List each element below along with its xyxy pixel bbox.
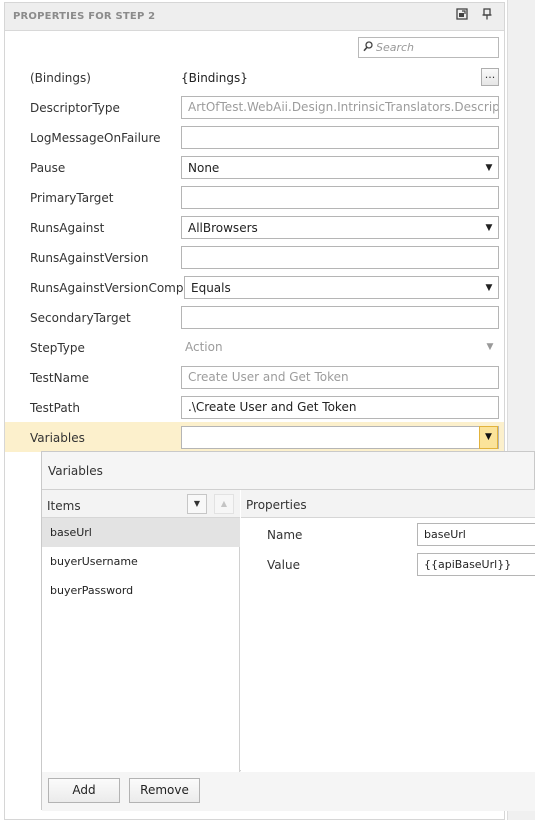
prop-row-runsagainst: RunsAgainst AllBrowsers ▼: [5, 212, 504, 242]
logmessageonfailure-field[interactable]: [181, 126, 499, 149]
runsagainstversioncompare-select-value: Equals: [191, 281, 231, 295]
remove-button[interactable]: Remove: [129, 778, 200, 803]
prop-row-logmessageonfailure: LogMessageOnFailure: [5, 122, 504, 152]
prop-row-secondarytarget: SecondaryTarget: [5, 302, 504, 332]
items-header: Items ▼ ▲: [42, 490, 240, 518]
chevron-down-icon: ▼: [485, 283, 493, 293]
prop-label: DescriptorType: [30, 101, 120, 115]
testpath-field[interactable]: .\Create User and Get Token: [181, 396, 499, 419]
list-item[interactable]: baseUrl: [42, 518, 240, 547]
chevron-down-icon[interactable]: ▼: [479, 426, 498, 449]
prop-label: LogMessageOnFailure: [30, 131, 161, 145]
prop-value-bindings: {Bindings}: [181, 71, 248, 85]
prop-row-testname: TestName Create User and Get Token: [5, 362, 504, 392]
prop-label: Pause: [30, 161, 66, 175]
steptype-select: Action ▼: [181, 336, 499, 359]
list-item[interactable]: buyerPassword: [42, 576, 240, 605]
runsagainst-select[interactable]: AllBrowsers ▼: [181, 216, 499, 239]
steptype-select-value: Action: [185, 340, 223, 354]
prop-row-runsagainstversioncompare: RunsAgainstVersionCompare Equals ▼: [5, 272, 504, 302]
panel-title: PROPERTIES FOR STEP 2: [13, 11, 156, 22]
chevron-down-icon: ▼: [486, 342, 494, 352]
prop-row-bindings: (Bindings) {Bindings} ...: [5, 62, 504, 92]
maximize-icon[interactable]: [454, 8, 470, 24]
pause-select[interactable]: None ▼: [181, 156, 499, 179]
prop-label: RunsAgainst: [30, 221, 105, 235]
prop-row-descriptortype: DescriptorType ArtOfTest.WebAii.Design.I…: [5, 92, 504, 122]
properties-header-label: Properties: [246, 498, 307, 512]
testname-field[interactable]: Create User and Get Token: [181, 366, 499, 389]
prop-label: PrimaryTarget: [30, 191, 114, 205]
item-properties-pane: Properties Name baseUrl Value {{apiBaseU…: [241, 490, 535, 772]
prop-label: RunsAgainstVersionCompare: [30, 281, 203, 295]
search-row: [5, 32, 504, 62]
descriptortype-field[interactable]: ArtOfTest.WebAii.Design.IntrinsicTransla…: [181, 96, 499, 119]
name-field[interactable]: baseUrl: [417, 523, 535, 546]
list-item-label: baseUrl: [50, 526, 92, 539]
items-header-label: Items: [47, 499, 81, 513]
list-item[interactable]: buyerUsername: [42, 547, 240, 576]
prop-label: Variables: [30, 431, 85, 445]
variables-select[interactable]: ▼: [181, 426, 499, 449]
items-pane: Items ▼ ▲ baseUrl buyerUsername buyerPas…: [42, 490, 240, 772]
name-row: Name baseUrl: [241, 519, 535, 549]
prop-row-pause: Pause None ▼: [5, 152, 504, 182]
variables-popup-footer: Add Remove: [42, 772, 535, 811]
runsagainst-select-value: AllBrowsers: [188, 221, 258, 235]
properties-header: Properties: [241, 490, 535, 518]
primarytarget-field[interactable]: [181, 186, 499, 209]
prop-label: (Bindings): [30, 71, 91, 85]
name-label: Name: [267, 528, 303, 542]
prop-row-testpath: TestPath .\Create User and Get Token: [5, 392, 504, 422]
move-down-icon[interactable]: ▼: [187, 494, 207, 514]
search-icon: [363, 41, 373, 55]
pause-select-value: None: [188, 161, 220, 175]
bindings-ellipsis-button[interactable]: ...: [481, 68, 499, 86]
panel-header: PROPERTIES FOR STEP 2: [5, 3, 504, 31]
list-item-label: buyerUsername: [50, 555, 138, 568]
value-label: Value: [267, 558, 300, 572]
prop-label: SecondaryTarget: [30, 311, 131, 325]
secondarytarget-field[interactable]: [181, 306, 499, 329]
search-box: [358, 37, 499, 58]
search-input[interactable]: [376, 40, 496, 55]
prop-row-variables: Variables ▼: [5, 422, 504, 452]
prop-label: TestPath: [30, 401, 80, 415]
variables-popup-title: Variables: [48, 464, 103, 478]
prop-row-steptype: StepType Action ▼: [5, 332, 504, 362]
add-button[interactable]: Add: [48, 778, 120, 803]
prop-label: RunsAgainstVersion: [30, 251, 149, 265]
chevron-down-icon: ▼: [485, 163, 493, 173]
prop-label: StepType: [30, 341, 85, 355]
prop-row-primarytarget: PrimaryTarget: [5, 182, 504, 212]
runsagainstversioncompare-select[interactable]: Equals ▼: [184, 276, 499, 299]
value-field[interactable]: {{apiBaseUrl}}: [417, 553, 535, 576]
prop-label: TestName: [30, 371, 90, 385]
variables-popup: Variables Items ▼ ▲ baseUrl buyerUsernam…: [41, 451, 535, 811]
value-row: Value {{apiBaseUrl}}: [241, 549, 535, 579]
prop-row-runsagainstversion: RunsAgainstVersion: [5, 242, 504, 272]
runsagainstversion-field[interactable]: [181, 246, 499, 269]
pin-icon[interactable]: [479, 8, 495, 24]
move-up-icon[interactable]: ▲: [214, 494, 234, 514]
variables-popup-body: Items ▼ ▲ baseUrl buyerUsername buyerPas…: [42, 489, 535, 772]
chevron-down-icon: ▼: [485, 223, 493, 233]
list-item-label: buyerPassword: [50, 584, 134, 597]
